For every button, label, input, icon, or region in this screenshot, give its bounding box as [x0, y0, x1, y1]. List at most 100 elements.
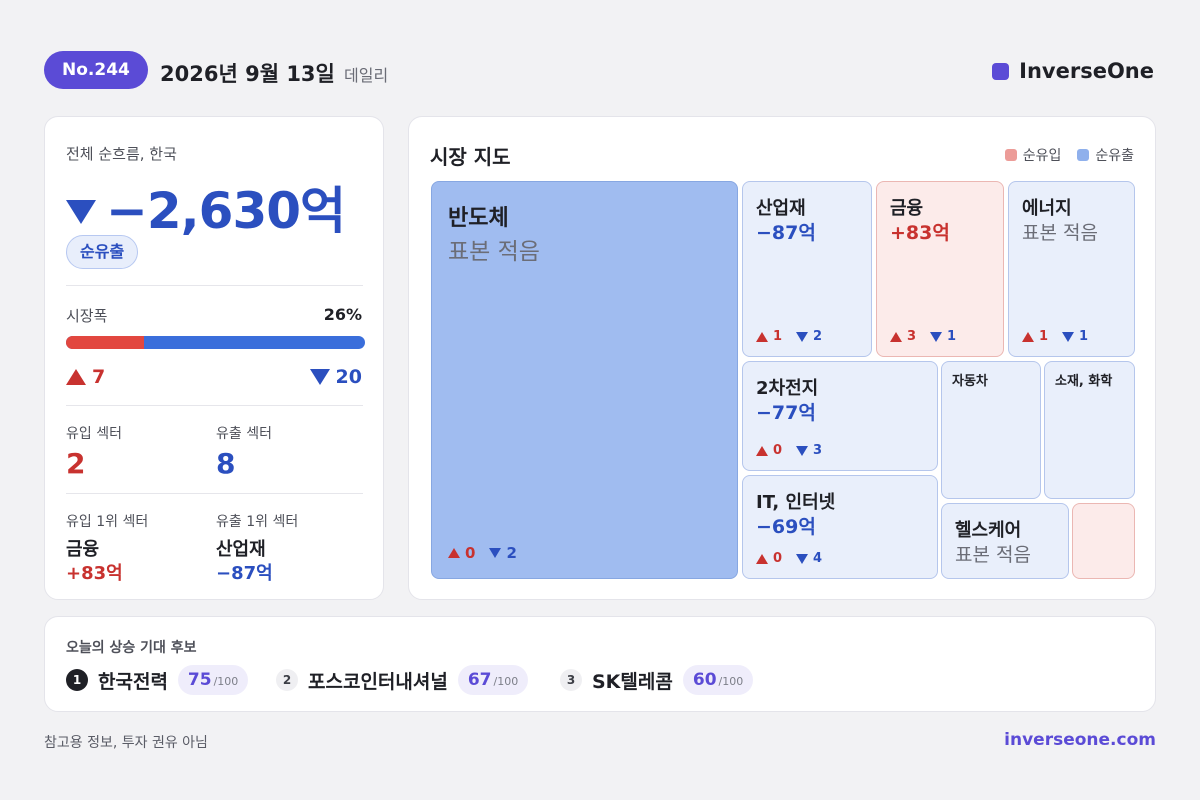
- tile-energy[interactable]: 에너지 표본 적음 1 1: [1008, 181, 1135, 357]
- legend-outflow-label: 순유출: [1095, 148, 1134, 164]
- tile-materials[interactable]: 소재, 화학: [1044, 361, 1135, 499]
- tile-down-count: 3: [813, 443, 823, 458]
- legend-outflow: 순유출: [1077, 145, 1134, 165]
- tile-name: 소재, 화학: [1055, 374, 1113, 389]
- tile-name: 반도체: [448, 206, 509, 231]
- up-arrow-icon: [66, 369, 86, 385]
- tile-value: −87억: [756, 222, 816, 244]
- tile-up-count: 1: [773, 329, 783, 344]
- total-flow-label: 전체 순흐름, 한국: [66, 145, 177, 163]
- brand-logo-icon: [992, 62, 1010, 80]
- tile-counts: 1 2: [756, 329, 822, 344]
- rank-badge: 2: [276, 669, 298, 691]
- tile-industrials[interactable]: 산업재 −87억 1 2: [742, 181, 872, 357]
- pick-name: SK텔레콤: [592, 670, 673, 693]
- brand-name: InverseOne: [1019, 59, 1154, 83]
- down-arrow-icon: [309, 369, 330, 385]
- brand[interactable]: InverseOne: [992, 59, 1154, 83]
- tile-it-internet[interactable]: IT, 인터넷 −69억 0 4: [742, 475, 938, 579]
- tile-up-count: 0: [773, 443, 783, 458]
- pick-score: 67/100: [457, 665, 529, 695]
- tile-counts: 0 2: [448, 544, 517, 562]
- map-legend: 순유입 순유출: [1004, 145, 1134, 165]
- up-arrow-icon: [890, 331, 902, 342]
- market-map-title: 시장 지도: [430, 145, 511, 169]
- breadth-percent: 26%: [323, 305, 362, 324]
- down-arrow-icon: [796, 553, 809, 564]
- tile-down-count: 2: [506, 544, 517, 562]
- up-arrow-icon: [756, 331, 768, 342]
- total-flow-amount: −2,630억: [106, 182, 346, 240]
- website-link[interactable]: inverseone.com: [1004, 730, 1156, 750]
- tile-unlabeled-sector[interactable]: [1072, 503, 1135, 579]
- score-max: /100: [213, 675, 239, 688]
- tile-finance[interactable]: 금융 +83억 3 1: [876, 181, 1004, 357]
- pick-item[interactable]: 1 한국전력 75/100: [66, 665, 249, 695]
- top-outflow-label: 유출 1위 섹터: [216, 514, 299, 530]
- pick-score: 60/100: [682, 665, 754, 695]
- tile-value: 표본 적음: [448, 239, 540, 265]
- top-outflow-sector: 산업재: [216, 539, 266, 560]
- tile-name: 산업재: [756, 198, 806, 219]
- tile-value: −69억: [756, 516, 816, 538]
- up-arrow-icon: [756, 445, 768, 456]
- up-arrow-icon: [1022, 331, 1034, 342]
- top-outflow-value: −87억: [216, 563, 273, 584]
- disclaimer: 참고용 정보, 투자 권유 아님: [44, 735, 208, 751]
- outflow-swatch-icon: [1077, 149, 1090, 161]
- inflow-swatch-icon: [1004, 149, 1017, 161]
- tile-value: 표본 적음: [1022, 222, 1098, 244]
- down-arrow-icon: [66, 200, 96, 224]
- top-picks-title: 오늘의 상승 기대 후보: [66, 640, 197, 656]
- top-inflow-label: 유입 1위 섹터: [66, 514, 149, 530]
- down-arrow-icon: [796, 331, 809, 342]
- advancers-count: 7: [66, 366, 105, 388]
- tile-up-count: 0: [465, 544, 476, 562]
- score-value: 67: [467, 670, 492, 690]
- down-arrow-icon: [930, 331, 943, 342]
- top-picks-card: 오늘의 상승 기대 후보 1 한국전력 75/100 2 포스코인터내셔널 67…: [44, 616, 1156, 712]
- tile-up-count: 1: [1039, 329, 1049, 344]
- tile-battery[interactable]: 2차전지 −77억 0 3: [742, 361, 938, 471]
- tile-counts: 1 1: [1022, 329, 1088, 344]
- rank-badge: 3: [560, 669, 582, 691]
- down-arrow-icon: [489, 548, 502, 558]
- score-max: /100: [718, 675, 744, 688]
- report-date: 2026년 9월 13일: [160, 62, 335, 86]
- tile-up-count: 3: [907, 329, 917, 344]
- decliners-count: 20: [309, 366, 362, 388]
- tile-up-count: 0: [773, 551, 783, 566]
- outflow-sectors-label: 유출 섹터: [216, 426, 272, 442]
- score-value: 75: [187, 670, 212, 690]
- rank-badge: 1: [66, 669, 88, 691]
- tile-name: 에너지: [1022, 198, 1072, 219]
- tile-down-count: 4: [813, 551, 823, 566]
- tile-semiconductors[interactable]: 반도체 표본 적음 0 2: [431, 181, 738, 579]
- tile-name: 금융: [890, 198, 924, 219]
- legend-inflow-label: 순유입: [1022, 148, 1062, 164]
- pick-item[interactable]: 2 포스코인터내셔널 67/100: [276, 665, 529, 695]
- tile-healthcare[interactable]: 헬스케어 표본 적음: [941, 503, 1069, 579]
- flow-status-badge: 순유출: [66, 235, 139, 269]
- breadth-bar-fill: [66, 336, 144, 349]
- inflow-sectors-label: 유입 섹터: [66, 426, 122, 442]
- breadth-bar: [66, 336, 365, 349]
- pick-score: 75/100: [177, 665, 249, 695]
- divider: [66, 405, 363, 406]
- breadth-label: 시장폭: [66, 307, 108, 325]
- tile-counts: 3 1: [890, 329, 956, 344]
- pick-item[interactable]: 3 SK텔레콤 60/100: [560, 665, 754, 695]
- summary-card: 전체 순흐름, 한국 −2,630억 순유출 시장폭 26% 7 20 유입 섹…: [44, 116, 384, 600]
- pick-name: 한국전력: [98, 670, 168, 693]
- down-arrow-icon: [796, 445, 809, 456]
- divider: [66, 285, 363, 286]
- down-arrow-icon: [1062, 331, 1075, 342]
- top-inflow-sector: 금융: [66, 539, 100, 560]
- tile-auto[interactable]: 자동차: [941, 361, 1041, 499]
- up-arrow-icon: [448, 548, 460, 558]
- top-inflow-value: +83억: [66, 563, 123, 584]
- score-max: /100: [493, 675, 519, 688]
- tile-counts: 0 3: [756, 443, 822, 458]
- pick-name: 포스코인터내셔널: [308, 670, 448, 693]
- header: No.244 2026년 9월 13일 데일리 InverseOne: [44, 51, 1156, 91]
